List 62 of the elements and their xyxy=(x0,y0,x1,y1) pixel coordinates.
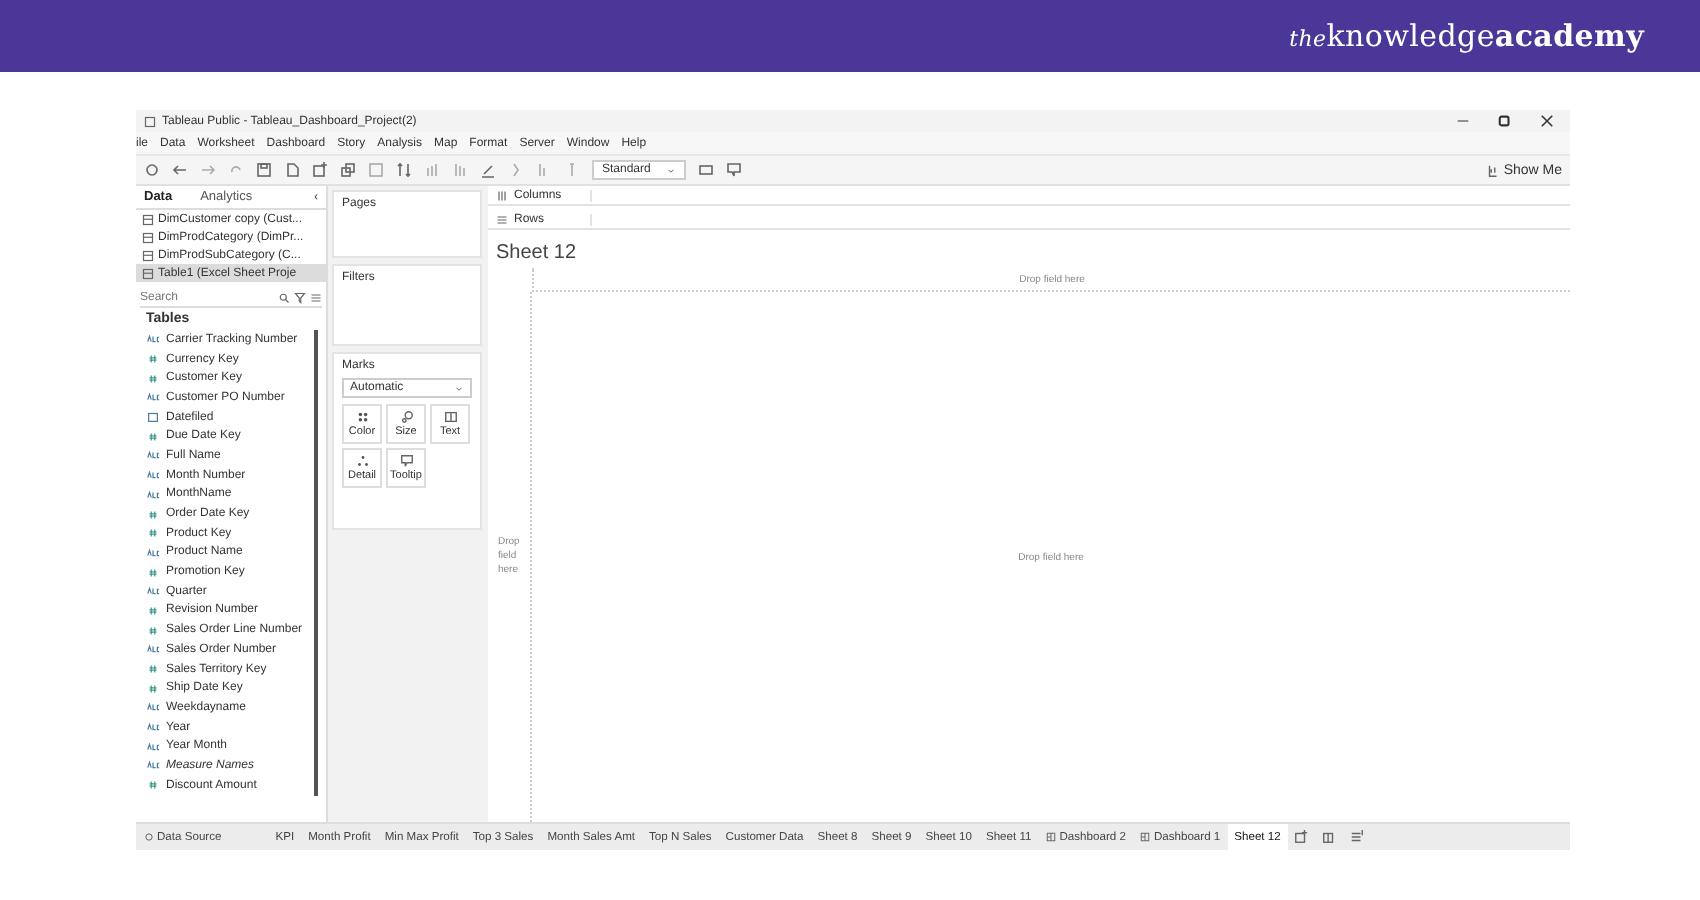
text-type-icon xyxy=(146,448,160,463)
search-icon[interactable] xyxy=(278,291,290,303)
number-type-icon xyxy=(146,371,160,386)
columns-icon xyxy=(496,189,508,201)
caret-icon xyxy=(454,383,464,393)
minimize-icon[interactable] xyxy=(1456,114,1470,128)
number-type-icon xyxy=(146,507,160,522)
text-type-icon xyxy=(146,390,160,405)
new-sheet-icon[interactable] xyxy=(312,162,328,178)
brand-logo: theknowledgeacademy xyxy=(1289,18,1644,54)
new-story-icon[interactable] xyxy=(1350,830,1365,844)
restore-icon[interactable] xyxy=(1498,114,1512,128)
number-type-icon xyxy=(146,603,160,618)
text-type-icon xyxy=(146,700,160,715)
text-type-icon xyxy=(146,468,160,483)
number-type-icon xyxy=(146,681,160,696)
database-icon xyxy=(142,249,154,261)
new-datasource-icon[interactable] xyxy=(284,162,300,178)
highlight-pen-icon[interactable] xyxy=(480,162,496,178)
database-icon xyxy=(142,213,154,225)
new-worksheet-icon[interactable] xyxy=(1294,830,1309,844)
database-icon xyxy=(142,231,154,243)
swap-icon[interactable] xyxy=(396,162,412,178)
new-dashboard-icon[interactable] xyxy=(1322,830,1337,844)
text-type-icon xyxy=(146,545,160,560)
close-icon[interactable] xyxy=(1540,114,1554,128)
tooltip-icon[interactable] xyxy=(726,162,743,178)
app-icon xyxy=(144,115,156,127)
number-type-icon xyxy=(146,778,160,793)
text-type-icon xyxy=(146,584,160,599)
dashboard-icon xyxy=(1139,832,1150,842)
number-type-icon xyxy=(146,429,160,444)
text-type-icon xyxy=(146,720,160,735)
caret-icon xyxy=(666,165,677,175)
number-type-icon xyxy=(146,662,160,677)
back-arrow-icon[interactable] xyxy=(172,162,188,178)
text-type-icon xyxy=(146,487,160,502)
text-type-icon xyxy=(146,642,160,657)
dashboard-icon xyxy=(1045,832,1056,842)
calendar-icon xyxy=(146,410,160,425)
text-type-icon xyxy=(146,758,160,773)
sheet-title: Sheet 12 xyxy=(494,240,579,268)
text-icon xyxy=(443,410,457,424)
text-type-icon xyxy=(146,332,160,347)
database-icon xyxy=(143,832,153,842)
number-type-icon xyxy=(146,565,160,580)
chart-icon[interactable] xyxy=(698,162,715,178)
rows-icon xyxy=(496,213,508,225)
database-icon xyxy=(142,267,154,279)
filter-icon[interactable] xyxy=(294,291,306,303)
text-type-icon xyxy=(146,739,160,754)
save-icon[interactable] xyxy=(256,162,272,178)
duplicate-icon[interactable] xyxy=(340,162,356,178)
number-type-icon xyxy=(146,352,160,367)
logo-icon[interactable] xyxy=(144,162,160,178)
color-dots-icon xyxy=(355,410,369,424)
tooltip-icon xyxy=(399,454,413,468)
size-icon xyxy=(399,410,413,424)
chart-icon xyxy=(1485,163,1500,177)
detail-icon xyxy=(355,454,369,468)
number-type-icon xyxy=(146,526,160,541)
number-type-icon xyxy=(146,623,160,638)
